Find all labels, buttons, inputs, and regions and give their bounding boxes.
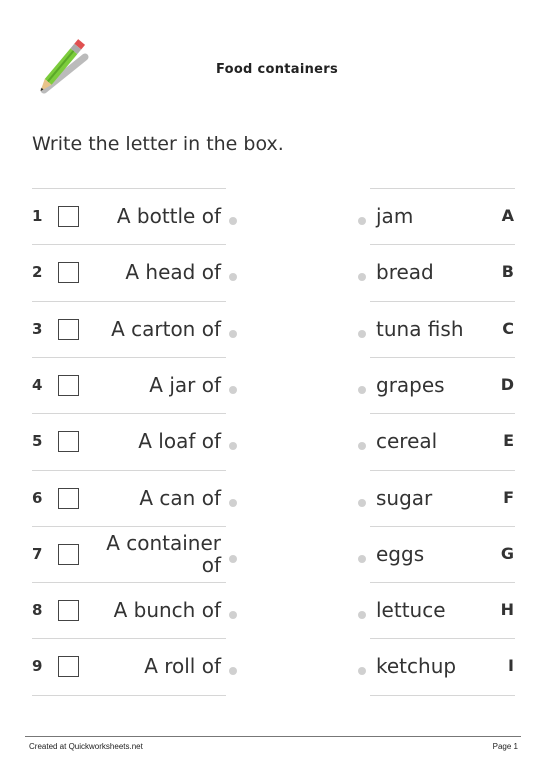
answer-box[interactable] — [58, 375, 79, 396]
answer-letter: C — [502, 319, 514, 338]
container-phrase: A carton of — [111, 317, 221, 341]
worksheet-title: Food containers — [215, 62, 339, 77]
answer-box[interactable] — [58, 262, 79, 283]
food-item: lettuce — [376, 598, 446, 622]
container-phrase: A container of — [106, 531, 221, 577]
right-match-dot[interactable] — [358, 442, 366, 450]
right-match-dot[interactable] — [358, 499, 366, 507]
answer-letter: F — [503, 488, 514, 507]
answer-letter: H — [500, 600, 514, 619]
food-item: tuna fish — [376, 317, 464, 341]
left-match-dot[interactable] — [229, 611, 237, 619]
row-number: 8 — [32, 601, 43, 619]
match-row: 4 A jar of grapes D — [0, 357, 548, 413]
container-phrase: A roll of — [144, 654, 221, 678]
answer-box[interactable] — [58, 319, 79, 340]
right-match-dot[interactable] — [358, 611, 366, 619]
answer-box[interactable] — [58, 206, 79, 227]
left-match-dot[interactable] — [229, 330, 237, 338]
food-item: cereal — [376, 429, 438, 453]
row-number: 7 — [32, 545, 43, 563]
answer-box[interactable] — [58, 656, 79, 677]
match-row: 5 A loaf of cereal E — [0, 413, 548, 469]
container-phrase: A loaf of — [138, 429, 221, 453]
row-number: 1 — [32, 207, 43, 225]
footer-divider — [25, 736, 521, 737]
answer-box[interactable] — [58, 600, 79, 621]
row-number: 2 — [32, 263, 43, 281]
row-number: 5 — [32, 432, 43, 450]
answer-letter: A — [501, 206, 514, 225]
footer-credit: Created at Quickworksheets.net — [29, 742, 143, 751]
row-number: 3 — [32, 320, 43, 338]
food-item: jam — [376, 204, 414, 228]
page-number: Page 1 — [492, 742, 518, 751]
row-number: 9 — [32, 657, 43, 675]
container-phrase: A can of — [139, 486, 221, 510]
answer-letter: D — [500, 375, 514, 394]
container-phrase: A head of — [125, 260, 221, 284]
answer-box[interactable] — [58, 431, 79, 452]
left-match-dot[interactable] — [229, 217, 237, 225]
left-match-dot[interactable] — [229, 499, 237, 507]
match-row: 2 A head of bread B — [0, 244, 548, 300]
answer-letter: I — [508, 656, 514, 675]
answer-letter: G — [500, 544, 514, 563]
match-row: 3 A carton of tuna fish C — [0, 301, 548, 357]
left-match-dot[interactable] — [229, 273, 237, 281]
answer-letter: B — [501, 262, 514, 281]
row-divider-right — [370, 695, 515, 696]
food-item: sugar — [376, 486, 433, 510]
container-phrase: A bunch of — [113, 598, 221, 622]
right-match-dot[interactable] — [358, 217, 366, 225]
left-match-dot[interactable] — [229, 442, 237, 450]
left-match-dot[interactable] — [229, 555, 237, 563]
left-match-dot[interactable] — [229, 667, 237, 675]
right-match-dot[interactable] — [358, 330, 366, 338]
answer-box[interactable] — [58, 488, 79, 509]
right-match-dot[interactable] — [358, 667, 366, 675]
right-match-dot[interactable] — [358, 386, 366, 394]
answer-letter: E — [503, 431, 514, 450]
match-row: 1 A bottle of jam A — [0, 188, 548, 244]
container-phrase: A jar of — [149, 373, 221, 397]
answer-box[interactable] — [58, 544, 79, 565]
match-row: 7 A container of eggs G — [0, 526, 548, 582]
row-number: 6 — [32, 489, 43, 507]
instruction-text: Write the letter in the box. — [32, 133, 284, 155]
food-item: ketchup — [376, 654, 457, 678]
row-number: 4 — [32, 376, 43, 394]
row-divider-left — [32, 695, 226, 696]
match-row: 6 A can of sugar F — [0, 470, 548, 526]
match-row: 8 A bunch of lettuce H — [0, 582, 548, 638]
food-item: bread — [376, 260, 434, 284]
match-row: 9 A roll of ketchup I — [0, 638, 548, 694]
right-match-dot[interactable] — [358, 273, 366, 281]
container-phrase: A bottle of — [116, 204, 221, 228]
food-item: eggs — [376, 542, 425, 566]
right-match-dot[interactable] — [358, 555, 366, 563]
left-match-dot[interactable] — [229, 386, 237, 394]
food-item: grapes — [376, 373, 445, 397]
